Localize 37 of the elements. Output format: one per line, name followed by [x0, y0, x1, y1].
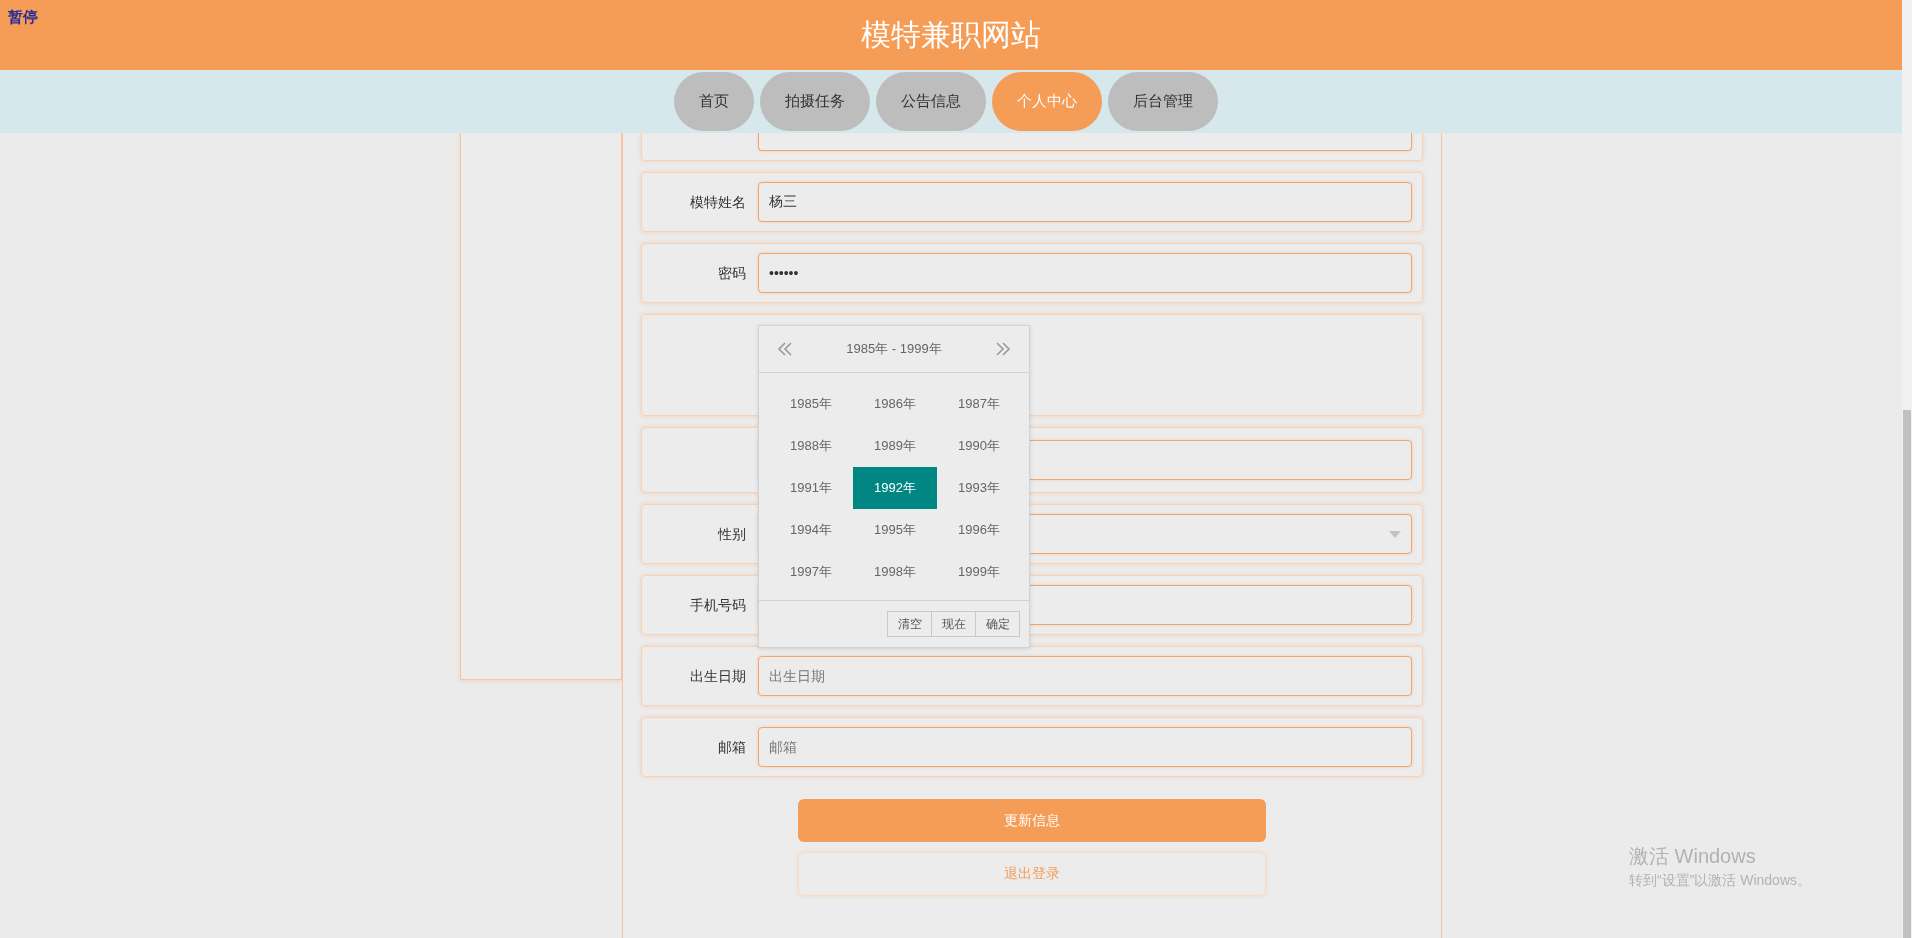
caret-icon: [1389, 530, 1401, 538]
picker-button[interactable]: 确定: [975, 611, 1020, 637]
nav-tab[interactable]: 首页: [674, 72, 754, 131]
year-option[interactable]: 1989年: [853, 425, 937, 467]
year-option[interactable]: 1997年: [769, 551, 853, 593]
nav-tab[interactable]: 拍摄任务: [760, 72, 870, 131]
picker-button[interactable]: 清空: [887, 611, 932, 637]
year-option[interactable]: 1999年: [937, 551, 1021, 593]
year-option[interactable]: 1995年: [853, 509, 937, 551]
year-option[interactable]: 1993年: [937, 467, 1021, 509]
field-label: 邮箱: [718, 738, 746, 755]
year-option[interactable]: 1991年: [769, 467, 853, 509]
year-option[interactable]: 1992年: [853, 467, 937, 509]
year-range: 1985年 - 1999年: [846, 340, 942, 358]
field-label: 模特姓名: [690, 193, 746, 210]
double-chevron-right-icon[interactable]: [995, 342, 1011, 356]
year-option[interactable]: 1985年: [769, 383, 853, 425]
scrollbar[interactable]: [1902, 0, 1912, 938]
activation-title: 激活 Windows: [1629, 844, 1757, 869]
field-label: 性别: [718, 525, 746, 542]
year-option[interactable]: 1986年: [853, 383, 937, 425]
nav-tab[interactable]: 公告信息: [876, 72, 986, 131]
year-option[interactable]: 1990年: [937, 425, 1021, 467]
year-option[interactable]: 1988年: [769, 425, 853, 467]
field-label: 密码: [718, 264, 746, 281]
year-option[interactable]: 1994年: [769, 509, 853, 551]
year-option[interactable]: 1998年: [853, 551, 937, 593]
pause-label: 暂停: [8, 8, 38, 27]
input-field[interactable]: [758, 133, 1412, 151]
picker-button[interactable]: 现在: [931, 611, 976, 637]
year-option[interactable]: 1987年: [937, 383, 1021, 425]
nav-tab[interactable]: 后台管理: [1108, 72, 1218, 131]
double-chevron-left-icon[interactable]: [777, 342, 793, 356]
field-label: 手机号码: [690, 596, 746, 613]
site-title: 模特兼职网站: [861, 16, 1041, 53]
year-option[interactable]: 1996年: [937, 509, 1021, 551]
field-label: 出生日期: [690, 667, 746, 684]
